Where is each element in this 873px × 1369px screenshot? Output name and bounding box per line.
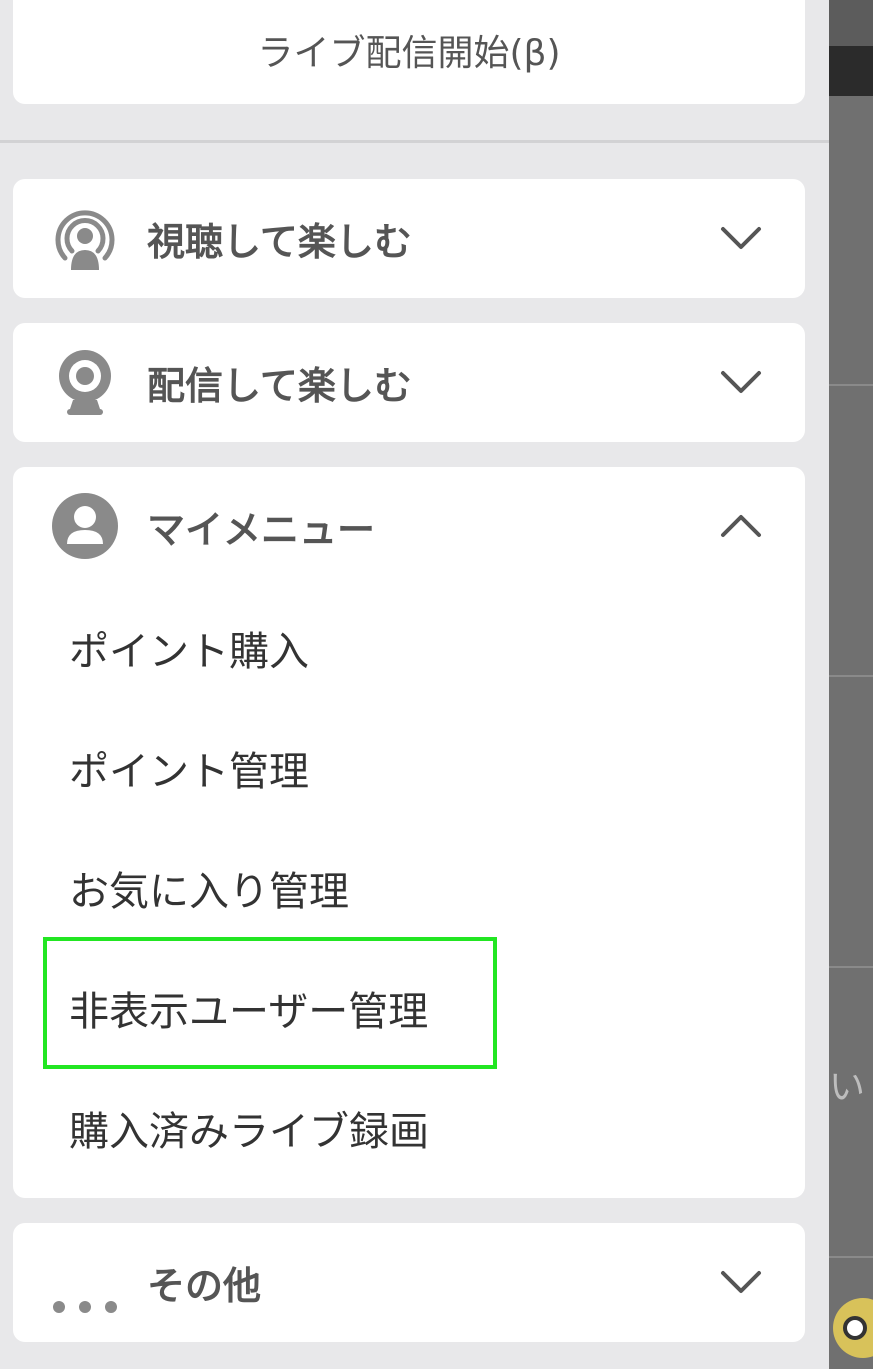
start-live-broadcast-label: ライブ配信開始(β): [257, 33, 561, 74]
background-divider: [829, 966, 873, 968]
menu-item-favorites-management[interactable]: お気に入り管理: [69, 859, 349, 917]
section-other-title: その他: [147, 1263, 262, 1308]
section-mymenu-header[interactable]: マイメニュー: [13, 467, 805, 585]
chevron-up-icon[interactable]: [719, 511, 763, 541]
section-watch-title: 視聴して楽しむ: [147, 219, 412, 264]
background-divider: [829, 384, 873, 386]
menu-item-hidden-users-management[interactable]: 非表示ユーザー管理: [69, 979, 428, 1037]
drawer-divider: [0, 140, 829, 143]
start-live-broadcast-button[interactable]: ライブ配信開始(β): [13, 0, 805, 104]
webcam-icon: [59, 350, 111, 415]
chevron-down-icon[interactable]: [719, 1267, 763, 1297]
user-avatar-icon: [52, 493, 118, 559]
section-mymenu-title: マイメニュー: [147, 507, 376, 552]
menu-item-point-management[interactable]: ポイント管理: [69, 739, 309, 797]
side-drawer-menu: ライブ配信開始(β) 視聴して楽しむ 配信して楽しむ マイメニュー ポイント購入…: [0, 0, 829, 1369]
background-page: い: [829, 0, 873, 1369]
background-divider: [829, 675, 873, 677]
record-badge-icon[interactable]: [833, 1298, 873, 1358]
section-broadcast-header[interactable]: 配信して楽しむ: [13, 323, 805, 441]
broadcast-viewer-icon: [55, 210, 115, 270]
section-other: その他: [13, 1223, 805, 1342]
section-watch: 視聴して楽しむ: [13, 179, 805, 298]
section-mymenu: マイメニュー ポイント購入 ポイント管理 お気に入り管理 非表示ユーザー管理 購…: [13, 467, 805, 1198]
menu-item-point-purchase[interactable]: ポイント購入: [69, 619, 309, 677]
chevron-down-icon[interactable]: [719, 223, 763, 253]
background-header: [829, 0, 873, 46]
menu-item-purchased-live-recordings[interactable]: 購入済みライブ録画: [69, 1099, 429, 1157]
background-navbar: [829, 46, 873, 96]
background-divider: [829, 1256, 873, 1258]
section-other-header[interactable]: その他: [13, 1223, 805, 1341]
section-broadcast-title: 配信して楽しむ: [147, 363, 412, 408]
background-partial-text: い: [829, 1067, 866, 1108]
section-watch-header[interactable]: 視聴して楽しむ: [13, 179, 805, 297]
section-broadcast: 配信して楽しむ: [13, 323, 805, 442]
more-dots-icon: [53, 1301, 117, 1313]
chevron-down-icon[interactable]: [719, 367, 763, 397]
